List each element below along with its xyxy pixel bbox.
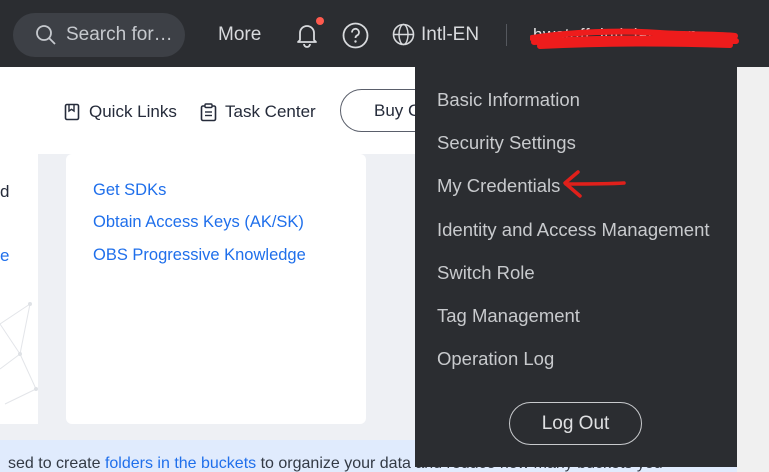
account-dropdown-menu: Basic Information Security Settings My C…: [415, 67, 737, 467]
log-out-button[interactable]: Log Out: [509, 402, 642, 445]
task-center-button[interactable]: Task Center: [200, 102, 316, 122]
network-graphic: [0, 302, 38, 405]
get-sdks-link[interactable]: Get SDKs: [93, 181, 166, 200]
language-label: Intl-EN: [421, 23, 480, 45]
banner-text-before: sed to create: [8, 455, 105, 472]
red-arrow-icon: [563, 170, 626, 198]
obs-knowledge-link[interactable]: OBS Progressive Knowledge: [93, 246, 306, 265]
resources-card: Get SDKs Obtain Access Keys (AK/SK) OBS …: [66, 154, 366, 424]
quick-links-label: Quick Links: [89, 102, 177, 121]
nav-divider: [506, 24, 507, 46]
menu-item-identity-access-management[interactable]: Identity and Access Management: [437, 219, 710, 241]
task-center-label: Task Center: [225, 102, 316, 121]
menu-item-tag-management[interactable]: Tag Management: [437, 305, 580, 327]
help-icon[interactable]: [342, 22, 369, 49]
log-out-label: Log Out: [541, 412, 610, 434]
buy-button-label: Buy C: [374, 100, 421, 120]
menu-item-switch-role[interactable]: Switch Role: [437, 262, 535, 284]
menu-item-my-credentials[interactable]: My Credentials: [437, 175, 560, 197]
banner-folders-link[interactable]: folders in the buckets: [105, 455, 256, 472]
globe-icon: [392, 23, 415, 46]
redaction-scribble: [530, 28, 739, 49]
search-input[interactable]: Search for…: [13, 13, 185, 57]
page-scrollbar[interactable]: [737, 67, 769, 472]
menu-item-operation-log[interactable]: Operation Log: [437, 348, 554, 370]
left-card-link[interactable]: e: [0, 246, 9, 266]
clipboard-icon: [200, 102, 217, 121]
top-navigation-bar: Search for… More Intl-EN hwstaff_intl_la…: [0, 0, 769, 67]
bell-icon[interactable]: [293, 21, 321, 49]
menu-item-security-settings[interactable]: Security Settings: [437, 132, 576, 154]
left-card: d e: [0, 154, 38, 424]
bookmark-icon: [64, 103, 80, 120]
language-selector[interactable]: Intl-EN: [392, 23, 479, 46]
menu-item-basic-information[interactable]: Basic Information: [437, 89, 580, 111]
more-menu[interactable]: More: [218, 24, 261, 46]
notification-dot: [316, 17, 324, 25]
quick-links-button[interactable]: Quick Links: [64, 102, 177, 122]
left-card-text: d: [0, 182, 10, 201]
search-icon: [36, 25, 56, 45]
search-placeholder: Search for…: [66, 24, 173, 45]
obtain-access-keys-link[interactable]: Obtain Access Keys (AK/SK): [93, 213, 304, 232]
